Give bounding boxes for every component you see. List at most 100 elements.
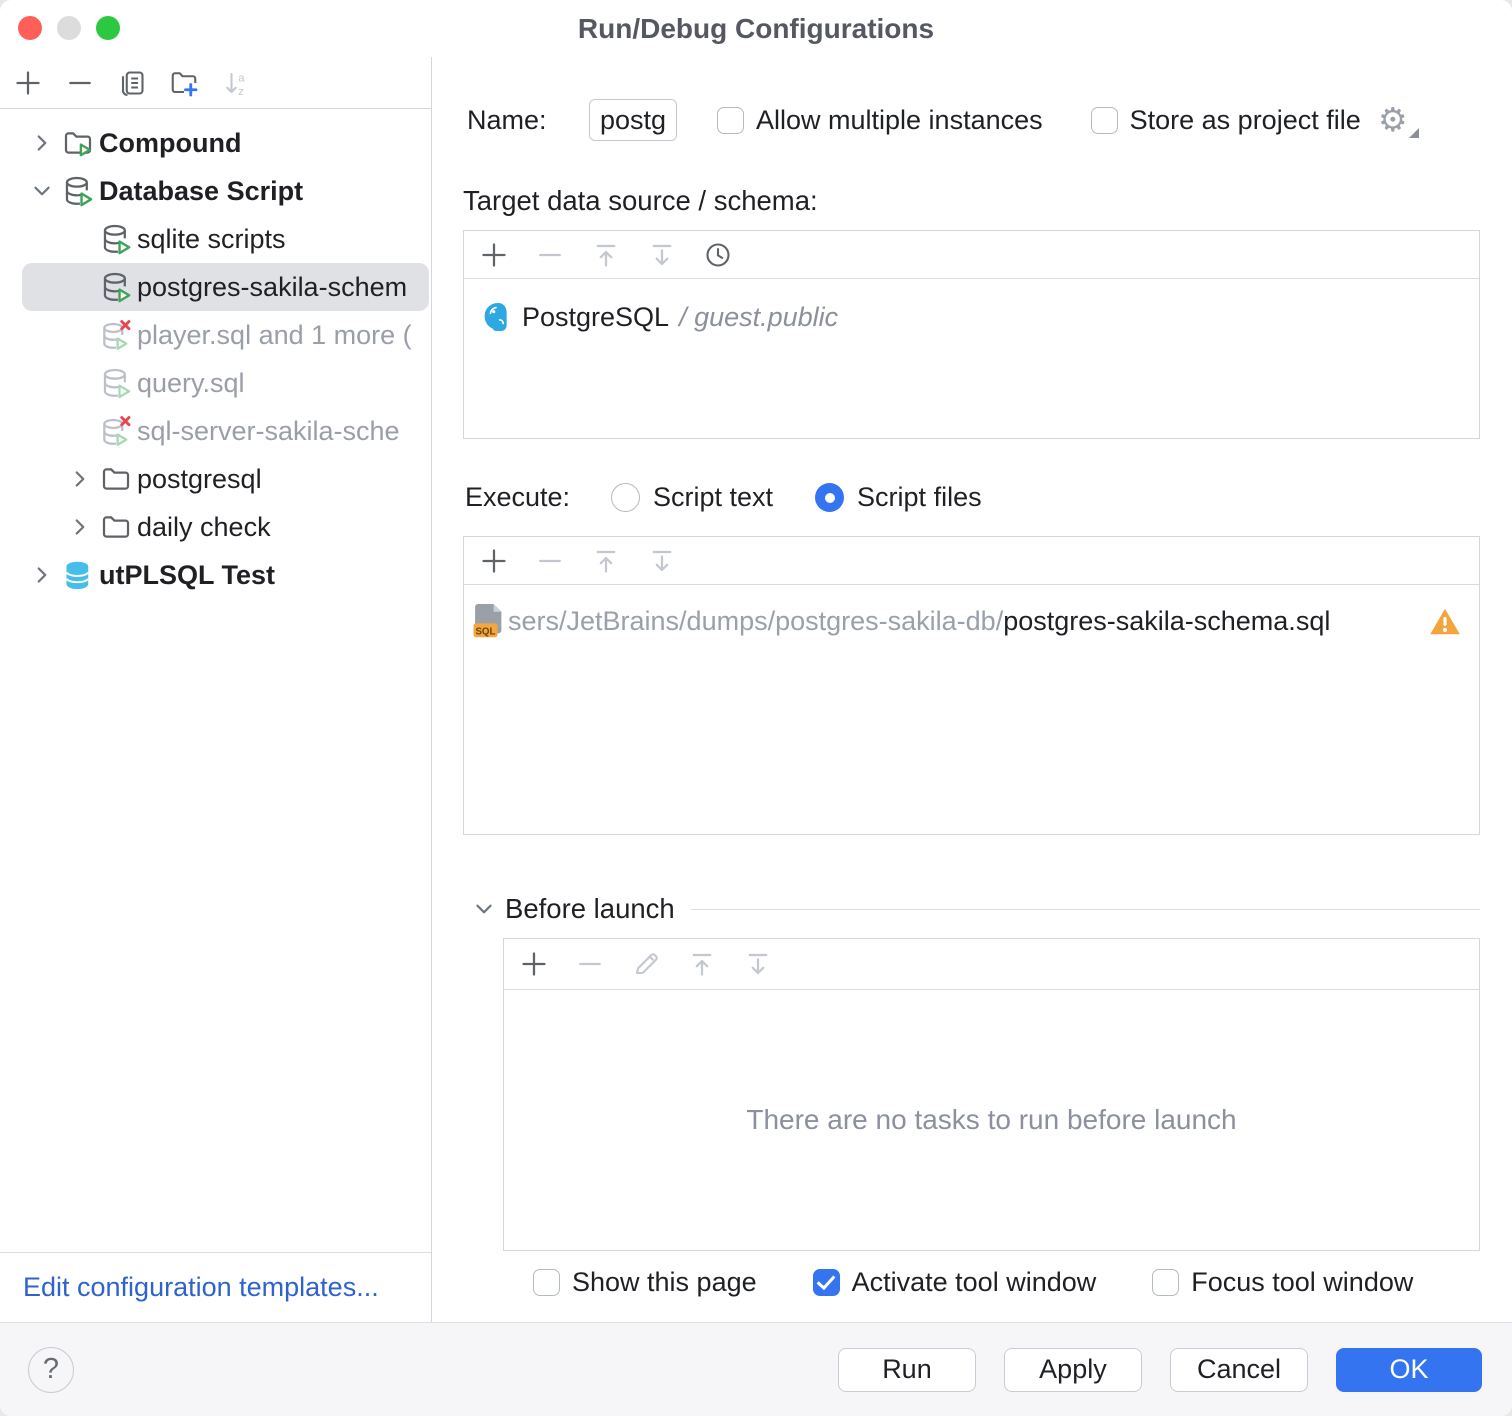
remove-configuration-icon[interactable] (64, 67, 96, 99)
radio-unselected-icon[interactable] (611, 483, 640, 512)
checkbox-unchecked-icon[interactable] (1091, 107, 1118, 134)
help-button[interactable]: ? (28, 1347, 74, 1393)
chevron-down-icon[interactable] (24, 175, 60, 207)
add-icon[interactable] (478, 239, 510, 271)
tree-item-player-sql[interactable]: player.sql and 1 more ( (22, 311, 429, 359)
remove-icon[interactable] (534, 545, 566, 577)
sidebar-toolbar: az (0, 57, 431, 109)
script-file-path: sers/JetBrains/dumps/postgres-sakila-db/ (508, 606, 1003, 637)
script-files-label: Script files (857, 482, 982, 513)
folder-icon (98, 509, 134, 545)
execute-row: Execute: Script text Script files (463, 482, 1480, 513)
tree-item-daily-check-folder[interactable]: daily check (22, 503, 429, 551)
apply-button[interactable]: Apply (1004, 1348, 1142, 1392)
add-configuration-icon[interactable] (12, 67, 44, 99)
svg-text:a: a (238, 72, 245, 84)
store-as-project-file-label: Store as project file (1130, 105, 1361, 136)
sidebar-footer: Edit configuration templates... (0, 1252, 431, 1322)
tree-item-label: sql-server-sakila-sche (137, 416, 400, 447)
add-icon[interactable] (478, 545, 510, 577)
tree-item-postgres-sakila-schema[interactable]: postgres-sakila-schem (22, 263, 429, 311)
move-down-icon[interactable] (646, 545, 678, 577)
tree-item-utplsql-test[interactable]: utPLSQL Test (22, 551, 429, 599)
script-text-label: Script text (653, 482, 773, 513)
database-error-icon (98, 317, 134, 353)
store-as-project-file-checkbox[interactable]: Store as project file (1091, 105, 1361, 136)
tree-item-postgresql-folder[interactable]: postgresql (22, 455, 429, 503)
tree-item-sql-server-sakila-schema[interactable]: sql-server-sakila-sche (22, 407, 429, 455)
checkbox-checked-icon[interactable] (813, 1269, 840, 1296)
move-up-icon[interactable] (590, 545, 622, 577)
tree-item-database-script[interactable]: Database Script (22, 167, 429, 215)
script-text-radio[interactable]: Script text (611, 482, 773, 513)
gear-icon[interactable]: ⚙ (1375, 102, 1411, 138)
chevron-right-icon[interactable] (62, 463, 98, 495)
new-folder-icon[interactable] (168, 67, 200, 99)
show-this-page-checkbox[interactable]: Show this page (533, 1267, 757, 1298)
bottom-options-row: Show this page Activate tool window Focu… (533, 1267, 1480, 1298)
radio-selected-icon[interactable] (815, 483, 844, 512)
title-bar: Run/Debug Configurations (0, 0, 1512, 57)
copy-configuration-icon[interactable] (116, 67, 148, 99)
chevron-down-icon[interactable] (469, 893, 499, 925)
execute-label: Execute: (465, 482, 609, 513)
checkbox-unchecked-icon[interactable] (1152, 1269, 1179, 1296)
footer-buttons: Run Apply Cancel OK (838, 1348, 1482, 1392)
add-icon[interactable] (518, 948, 550, 980)
utplsql-database-icon (60, 557, 96, 593)
script-files-radio[interactable]: Script files (815, 482, 982, 513)
remove-icon[interactable] (534, 239, 566, 271)
ok-button[interactable]: OK (1336, 1348, 1482, 1392)
checkbox-unchecked-icon[interactable] (717, 107, 744, 134)
move-down-icon[interactable] (742, 948, 774, 980)
traffic-lights (18, 16, 120, 40)
move-up-icon[interactable] (686, 948, 718, 980)
checkbox-unchecked-icon[interactable] (533, 1269, 560, 1296)
folder-icon (98, 461, 134, 497)
tree-item-compound[interactable]: Compound (22, 119, 429, 167)
name-input[interactable] (589, 99, 677, 141)
script-file-name: postgres-sakila-schema.sql (1003, 606, 1330, 637)
tree-item-label: Compound (99, 128, 241, 159)
target-toolbar (464, 231, 1479, 279)
data-source-row[interactable]: PostgreSQL / guest.public (464, 293, 1479, 341)
show-this-page-label: Show this page (572, 1267, 757, 1298)
tree-item-label: postgres-sakila-schem (137, 272, 407, 303)
tree-item-query-sql[interactable]: query.sql (22, 359, 429, 407)
cancel-button[interactable]: Cancel (1170, 1348, 1308, 1392)
tree-item-sqlite-scripts[interactable]: sqlite scripts (22, 215, 429, 263)
chevron-right-icon[interactable] (62, 511, 98, 543)
run-button[interactable]: Run (838, 1348, 976, 1392)
before-launch-panel: There are no tasks to run before launch (503, 938, 1480, 1251)
configurations-sidebar: az Compound Dat (0, 57, 432, 1322)
run-debug-configurations-dialog: Run/Debug Configurations (0, 0, 1512, 1416)
before-launch-toolbar (504, 939, 1479, 990)
allow-multiple-instances-checkbox[interactable]: Allow multiple instances (717, 105, 1043, 136)
script-files-panel: SQL sers/JetBrains/dumps/postgres-sakila… (463, 536, 1480, 835)
sort-alphabetically-icon[interactable]: az (220, 67, 252, 99)
remove-icon[interactable] (574, 948, 606, 980)
section-divider (691, 909, 1480, 910)
edit-configuration-templates-link[interactable]: Edit configuration templates... (23, 1272, 379, 1303)
database-error-icon (98, 413, 134, 449)
name-row: Name: Allow multiple instances Store as … (463, 97, 1480, 143)
move-down-icon[interactable] (646, 239, 678, 271)
svg-text:SQL: SQL (475, 627, 495, 638)
before-launch-header[interactable]: Before launch (463, 893, 1480, 925)
focus-tool-window-checkbox[interactable]: Focus tool window (1152, 1267, 1413, 1298)
chevron-right-icon[interactable] (24, 127, 60, 159)
zoom-window-button[interactable] (96, 16, 120, 40)
activate-tool-window-checkbox[interactable]: Activate tool window (813, 1267, 1097, 1298)
minimize-window-button[interactable] (57, 16, 81, 40)
chevron-right-icon[interactable] (24, 559, 60, 591)
tree-item-label: player.sql and 1 more ( (137, 320, 412, 351)
move-up-icon[interactable] (590, 239, 622, 271)
recent-clock-icon[interactable] (702, 239, 734, 271)
tree-item-label: Database Script (99, 176, 303, 207)
data-source-schema: / guest.public (679, 302, 838, 333)
script-file-row[interactable]: SQL sers/JetBrains/dumps/postgres-sakila… (464, 597, 1479, 645)
close-window-button[interactable] (18, 16, 42, 40)
allow-multiple-instances-label: Allow multiple instances (756, 105, 1043, 136)
before-launch-label: Before launch (505, 893, 675, 925)
edit-pencil-icon[interactable] (630, 948, 662, 980)
